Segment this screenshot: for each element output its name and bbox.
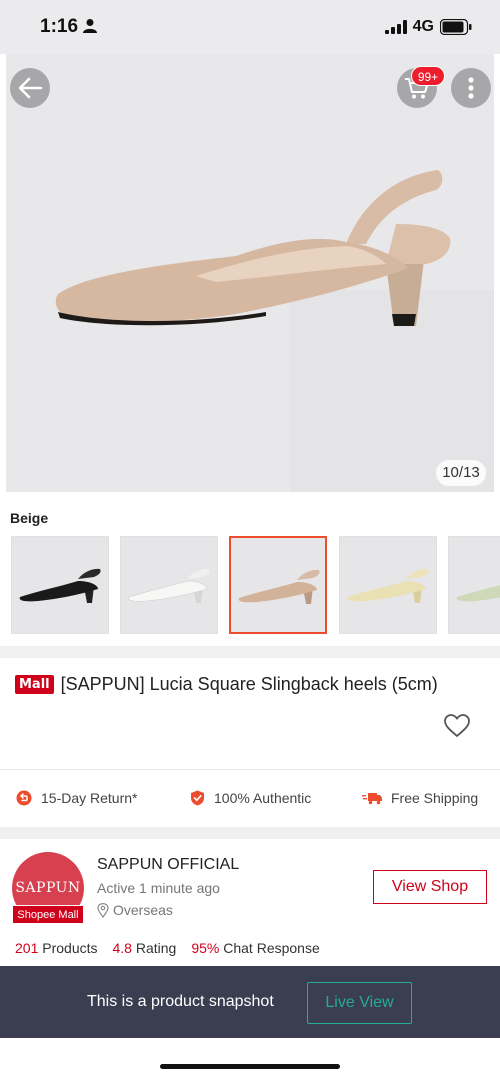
variant-image [347,568,429,603]
stat-chat-response: 95% Chat Response [191,940,319,956]
guarantee-authentic: 100% Authentic [190,790,311,806]
home-area [0,1038,500,1080]
variant-image [128,568,210,603]
guarantee-shipping: Free Shipping [362,790,478,806]
view-shop-button[interactable]: View Shop [373,870,487,904]
snapshot-banner: This is a product snapshot Live View [0,966,500,1038]
more-icon [468,77,474,99]
back-button[interactable] [10,68,50,108]
guarantee-label: Free Shipping [391,790,479,806]
variant-thumbnails [11,536,500,636]
image-counter: 10/13 [436,460,486,486]
more-options-button[interactable] [451,68,491,108]
network-label: 4G [412,18,434,35]
stat-value: 95% [191,940,220,956]
variant-thumb-beige[interactable] [229,536,327,634]
product-title: [SAPPUN] Lucia Square Slingback heels (5… [60,674,438,694]
shop-active-status: Active 1 minute ago [97,880,220,896]
variant-image [19,568,101,603]
status-bar: 1:16 4G [0,0,500,54]
variant-image [238,569,320,604]
product-photo [55,170,451,326]
stat-label: Rating [135,940,177,956]
guarantee-return: 15-Day Return* [16,790,138,806]
person-icon [83,19,97,33]
section-divider [0,769,500,770]
battery-icon [440,19,472,35]
guarantee-label: 15-Day Return* [41,790,138,806]
variant-label: Beige [10,510,49,526]
guarantee-label: 100% Authentic [214,790,312,806]
shop-stats: 201 Products 4.8 Rating 95% Chat Respons… [15,940,320,956]
shop-name[interactable]: SAPPUN OFFICIAL [97,856,239,874]
location-pin-icon [97,902,109,918]
shopee-mall-tag: Shopee Mall [12,905,84,924]
stat-label: Products [42,940,98,956]
shield-check-icon [191,790,204,806]
shop-logo-text: SAPPUN [15,880,81,896]
snapshot-text: This is a product snapshot [87,993,274,1010]
section-divider [0,646,500,658]
heart-icon[interactable] [444,714,470,738]
product-image-gallery[interactable] [6,54,494,492]
stat-rating: 4.8 Rating [113,940,177,956]
stat-value: 4.8 [112,940,132,956]
status-right: 4G [384,18,472,36]
return-icon [16,790,32,806]
variant-thumb-green[interactable] [448,536,500,634]
mall-badge: Mall [15,675,54,694]
stat-products: 201 Products [15,940,98,956]
back-arrow-icon [18,77,43,99]
cart-count-badge: 99+ [411,66,445,86]
status-time: 1:16 [40,16,79,37]
variant-thumb-black[interactable] [11,536,109,634]
signal-icon [384,20,407,34]
variant-thumb-white[interactable] [120,536,218,634]
shop-location-label: Overseas [113,902,173,918]
section-divider [0,827,500,839]
stat-value: 201 [15,940,39,956]
guarantees-row[interactable]: 15-Day Return* 100% Authentic Free Shipp… [0,771,500,827]
variant-image [456,585,500,602]
truck-icon [362,793,382,805]
live-view-button[interactable]: Live View [307,982,412,1024]
stat-label: Chat Response [223,940,320,956]
home-indicator[interactable] [160,1064,340,1069]
variant-thumb-yellow[interactable] [339,536,437,634]
product-title-row: Mall [SAPPUN] Lucia Square Slingback hee… [15,674,485,695]
shop-location: Overseas [97,902,173,918]
